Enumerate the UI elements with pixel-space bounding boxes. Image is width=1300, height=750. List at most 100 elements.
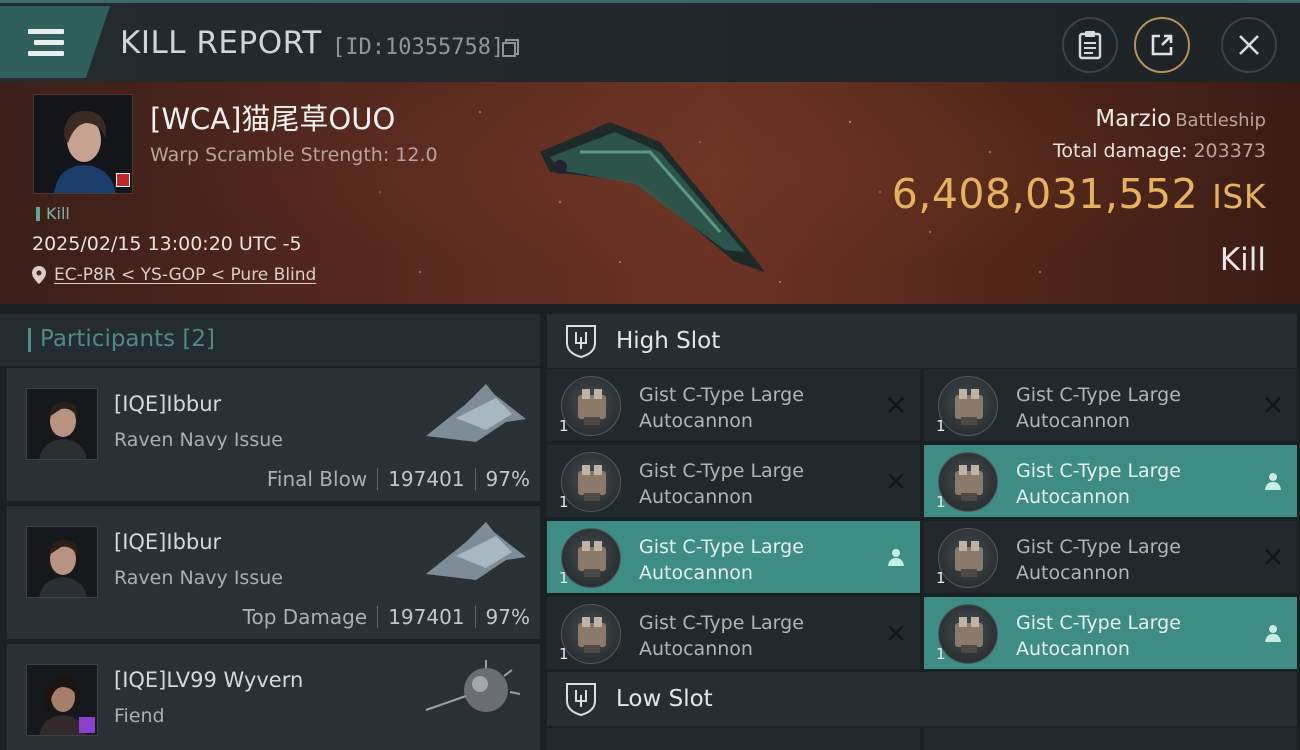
- autocannon-icon: [938, 452, 998, 512]
- victim-banner: [WCA]猫尾草OUO Warp Scramble Strength: 12.0…: [0, 82, 1300, 304]
- participant-stats: Final Blow 197401 97%: [267, 467, 530, 491]
- standing-badge-icon: [116, 173, 130, 187]
- isk-value: 6,408,031,552 ISK: [892, 170, 1266, 218]
- destroyed-x-icon: [888, 625, 904, 641]
- module-item[interactable]: 1 Gist C-Type Large Autocannon: [924, 445, 1297, 517]
- module-quantity: 1: [936, 569, 946, 587]
- participant-damage: 197401: [388, 605, 465, 629]
- autocannon-icon: [938, 604, 998, 664]
- raven-navy-issue-ship-image: [426, 384, 526, 442]
- report-id: [ID:10355758]: [332, 35, 505, 60]
- module-item[interactable]: 1 Gist C-Type Large Autocannon: [547, 445, 920, 517]
- module-name: Gist C-Type Large Autocannon: [639, 612, 804, 660]
- participant-card[interactable]: [IQE]Ibbur Raven Navy Issue Top Damage 1…: [7, 506, 540, 639]
- participants-header[interactable]: Participants [2]: [0, 314, 540, 366]
- low-slot-row-partial: [924, 728, 1297, 750]
- destroyed-x-icon: [888, 397, 904, 413]
- share-button[interactable]: [1134, 17, 1190, 73]
- total-damage-value: 203373: [1193, 140, 1266, 162]
- kill-location[interactable]: EC-P8R < YS-GOP < Pure Blind: [32, 265, 316, 285]
- module-item[interactable]: 1 Gist C-Type Large Autocannon: [547, 369, 920, 441]
- participant-name[interactable]: [IQE]Ibbur: [114, 530, 221, 554]
- close-button[interactable]: [1221, 17, 1277, 73]
- module-item[interactable]: 1 Gist C-Type Large Autocannon: [547, 597, 920, 669]
- module-item[interactable]: 1 Gist C-Type Large Autocannon: [924, 521, 1297, 593]
- participant-ship: Raven Navy Issue: [114, 429, 283, 451]
- low-slot-header[interactable]: Low Slot: [547, 672, 1297, 726]
- high-slot-label: High Slot: [616, 328, 721, 354]
- participant-card[interactable]: [IQE]Ibbur Raven Navy Issue Final Blow 1…: [7, 368, 540, 501]
- top-bar: KILL REPORT [ID:10355758]: [0, 0, 1300, 82]
- participant-portrait[interactable]: [26, 526, 98, 598]
- autocannon-icon: [561, 452, 621, 512]
- autocannon-icon: [938, 376, 998, 436]
- module-item[interactable]: 1 Gist C-Type Large Autocannon: [924, 597, 1297, 669]
- module-quantity: 1: [936, 493, 946, 511]
- participant-damage: 197401: [388, 467, 465, 491]
- warp-scramble-strength: Warp Scramble Strength: 12.0: [150, 144, 438, 166]
- participant-portrait[interactable]: [26, 388, 98, 460]
- autocannon-icon: [561, 528, 621, 588]
- ship-name: Marzio: [1095, 106, 1172, 132]
- participant-stat-label: Final Blow: [266, 467, 368, 491]
- participant-name[interactable]: [IQE]LV99 Wyvern: [114, 668, 303, 692]
- low-slot-icon: [566, 683, 596, 717]
- clipboard-icon: [1078, 31, 1102, 60]
- menu-button[interactable]: [0, 6, 110, 78]
- module-name: Gist C-Type Large Autocannon: [1016, 536, 1181, 584]
- participant-percent: 97%: [485, 605, 530, 629]
- fiend-ship-image: [425, 660, 521, 712]
- module-item[interactable]: 1 Gist C-Type Large Autocannon: [547, 521, 920, 593]
- kill-type-tag: Kill: [36, 204, 70, 223]
- victim-ship-image: [540, 122, 765, 272]
- autocannon-icon: [561, 604, 621, 664]
- page-title: KILL REPORT: [120, 25, 322, 61]
- participant-ship: Raven Navy Issue: [114, 567, 283, 589]
- ship-class: Battleship: [1175, 110, 1266, 131]
- module-name: Gist C-Type Large Autocannon: [639, 460, 804, 508]
- result-label: Kill: [1219, 242, 1266, 278]
- module-name: Gist C-Type Large Autocannon: [639, 536, 804, 584]
- participant-ship: Fiend: [114, 705, 165, 727]
- high-slot-header[interactable]: High Slot: [547, 314, 1297, 368]
- participant-name[interactable]: [IQE]Ibbur: [114, 392, 221, 416]
- destroyed-x-icon: [888, 473, 904, 489]
- participant-portrait[interactable]: [26, 664, 98, 736]
- module-name: Gist C-Type Large Autocannon: [639, 384, 804, 432]
- high-slot-icon: [566, 325, 596, 359]
- participant-stat-label: Top Damage: [242, 605, 368, 629]
- participants-count: [2]: [182, 326, 216, 352]
- dropped-person-icon: [1265, 625, 1281, 642]
- copy-icon[interactable]: [501, 38, 521, 58]
- module-name: Gist C-Type Large Autocannon: [1016, 612, 1181, 660]
- victim-name[interactable]: [WCA]猫尾草OUO: [150, 96, 395, 138]
- isk-amount: 6,408,031,552: [891, 170, 1199, 218]
- clipboard-button[interactable]: [1062, 17, 1118, 73]
- location-link[interactable]: EC-P8R < YS-GOP < Pure Blind: [54, 265, 316, 285]
- module-quantity: 1: [936, 417, 946, 435]
- hamburger-icon: [28, 28, 64, 56]
- module-name: Gist C-Type Large Autocannon: [1016, 384, 1181, 432]
- total-damage-label: Total damage:: [1053, 140, 1188, 162]
- module-quantity: 1: [559, 493, 569, 511]
- participant-stats: Top Damage 197401 97%: [243, 605, 530, 629]
- module-name: Gist C-Type Large Autocannon: [1016, 460, 1181, 508]
- total-damage: Total damage: 203373: [1053, 140, 1266, 162]
- module-item[interactable]: 1 Gist C-Type Large Autocannon: [924, 369, 1297, 441]
- dropped-person-icon: [1265, 473, 1281, 490]
- participant-percent: 97%: [485, 467, 530, 491]
- share-icon: [1151, 34, 1173, 56]
- victim-ship[interactable]: Marzio Battleship: [1095, 106, 1266, 132]
- destroyed-x-icon: [1265, 397, 1281, 413]
- participant-card[interactable]: [IQE]LV99 Wyvern Fiend: [7, 644, 540, 750]
- kill-timestamp: 2025/02/15 13:00:20 UTC -5: [32, 233, 302, 255]
- location-pin-icon: [32, 266, 46, 284]
- module-quantity: 1: [559, 645, 569, 663]
- module-quantity: 1: [936, 645, 946, 663]
- close-icon: [1239, 35, 1259, 55]
- module-quantity: 1: [559, 569, 569, 587]
- victim-portrait[interactable]: [33, 94, 133, 194]
- low-slot-row-partial: [547, 728, 920, 750]
- module-quantity: 1: [559, 417, 569, 435]
- autocannon-icon: [938, 528, 998, 588]
